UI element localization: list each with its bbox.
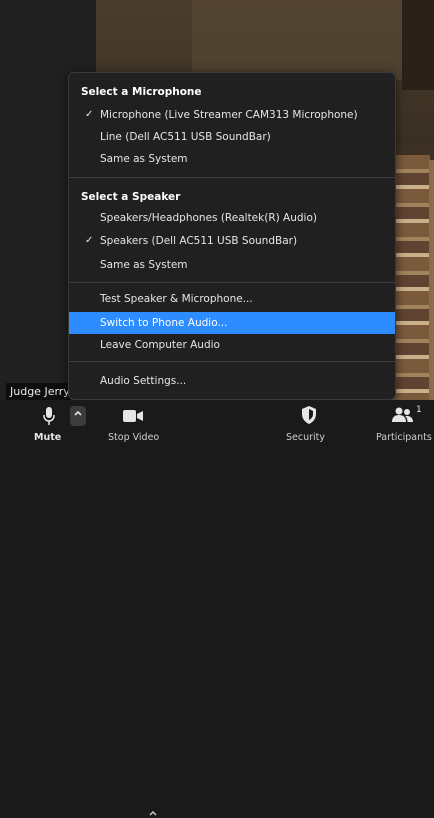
menu-item-speakers-dell[interactable]: ✓ Speakers (Dell AC511 USB SoundBar): [69, 230, 395, 252]
microphone-icon: [41, 406, 57, 426]
menu-item-line-dell[interactable]: Line (Dell AC511 USB SoundBar): [69, 126, 395, 148]
speaker-section-header: Select a Speaker: [81, 191, 181, 203]
stop-video-button[interactable]: Stop Video: [104, 400, 168, 452]
checkmark-icon: ✓: [85, 109, 94, 120]
video-options-chevron-icon[interactable]: [148, 808, 158, 818]
menu-item-microphone-live-streamer[interactable]: ✓ Microphone (Live Streamer CAM313 Micro…: [69, 104, 395, 126]
audio-options-toggle-button[interactable]: [70, 406, 86, 426]
video-camera-icon: [122, 409, 144, 423]
security-button[interactable]: Security: [284, 400, 334, 452]
menu-item-mic-same-as-system[interactable]: Same as System: [69, 148, 395, 170]
shield-icon: [301, 405, 317, 425]
audio-options-menu: Select a Microphone ✓ Microphone (Live S…: [68, 72, 396, 400]
participants-button[interactable]: 1 Participants: [372, 400, 434, 452]
participants-icon: [392, 407, 414, 423]
menu-item-switch-to-phone-audio[interactable]: Switch to Phone Audio...: [69, 312, 395, 334]
menu-divider: [69, 282, 395, 283]
menu-item-speaker-same-as-system[interactable]: Same as System: [69, 254, 395, 276]
microphone-section-header: Select a Microphone: [81, 86, 202, 98]
menu-item-test-speaker-mic[interactable]: Test Speaker & Microphone...: [69, 288, 395, 310]
menu-item-leave-computer-audio[interactable]: Leave Computer Audio: [69, 334, 395, 356]
meeting-toolbar: Mute Stop Video Security 1 Participants: [0, 400, 434, 816]
menu-divider: [69, 177, 395, 178]
menu-divider: [69, 361, 395, 362]
participant-count: 1: [416, 405, 422, 415]
participant-name-tag: Judge Jerry: [6, 383, 74, 400]
checkmark-icon: ✓: [85, 235, 94, 246]
bookshelf: [392, 155, 430, 400]
menu-item-audio-settings[interactable]: Audio Settings...: [69, 370, 395, 392]
mute-button[interactable]: Mute: [30, 400, 70, 452]
chevron-up-icon: [73, 408, 83, 418]
menu-item-speakers-realtek[interactable]: Speakers/Headphones (Realtek(R) Audio): [69, 207, 395, 229]
